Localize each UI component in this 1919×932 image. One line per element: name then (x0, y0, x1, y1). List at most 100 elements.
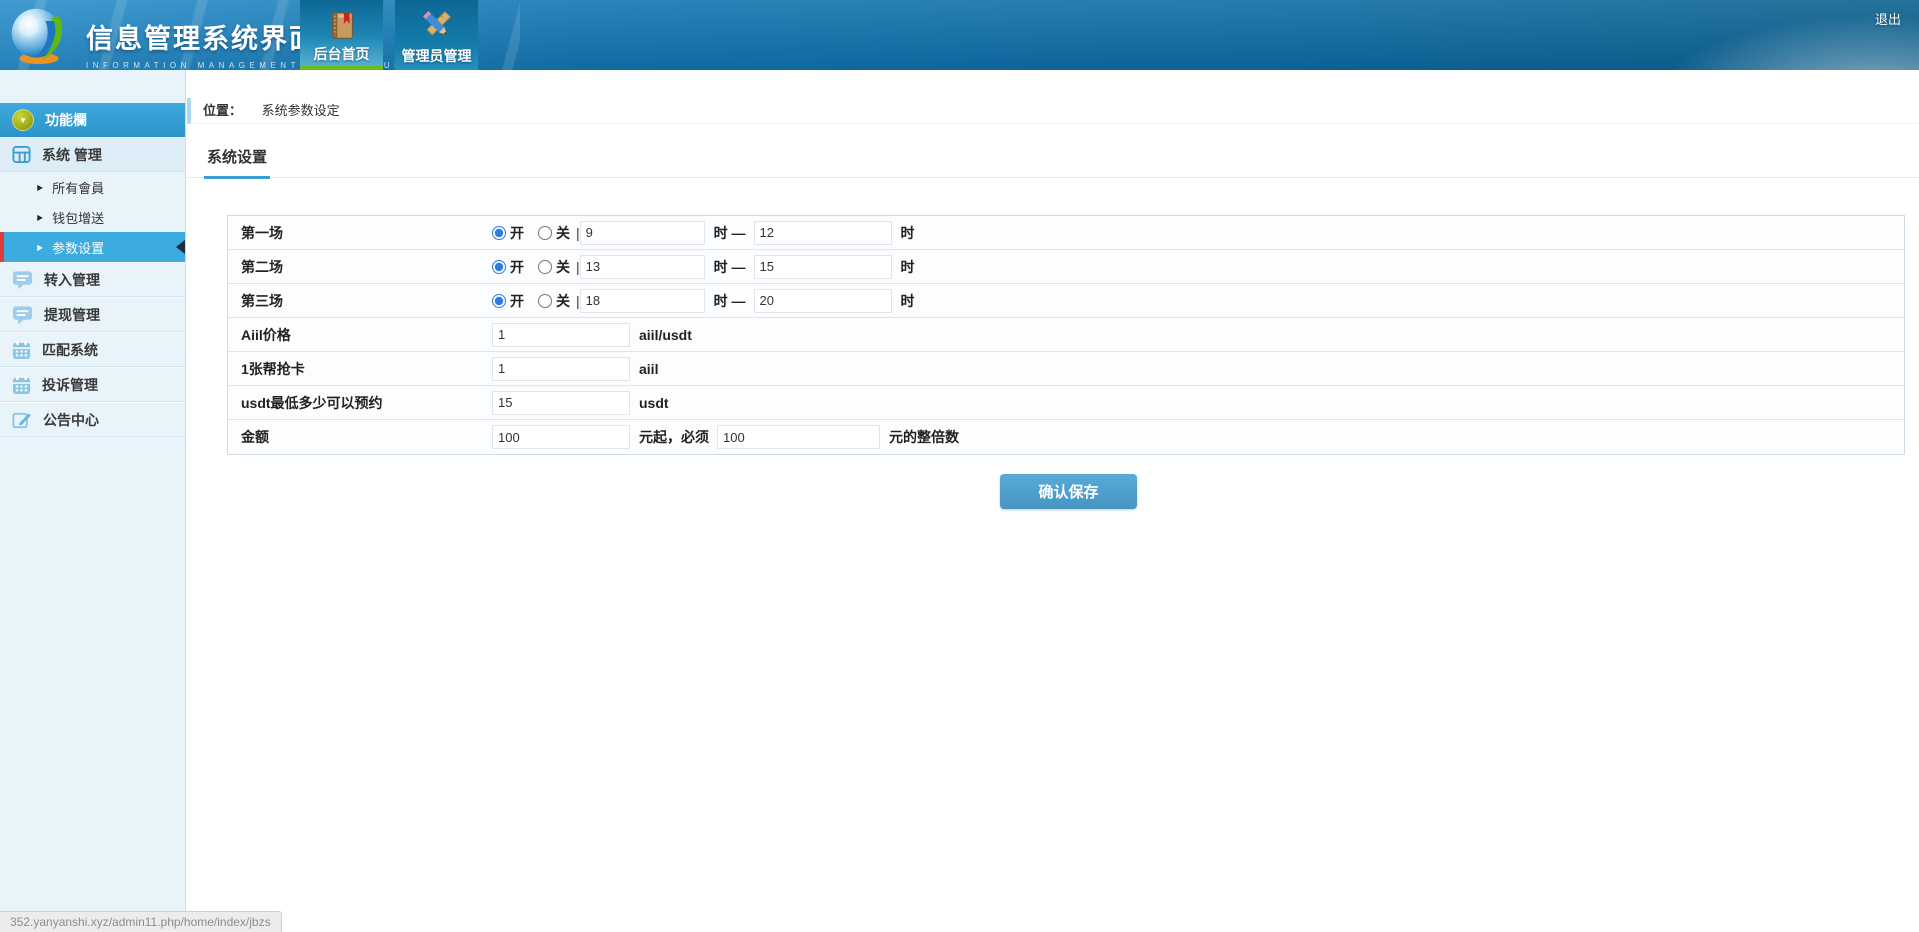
field-controls: aiil/usdt (492, 323, 692, 347)
radio-off-input[interactable] (538, 294, 552, 308)
session-start-input[interactable] (580, 221, 705, 245)
tab-system-settings[interactable]: 系统设置 (204, 146, 270, 179)
hour-dash-label: 时 — (714, 257, 746, 277)
globe-logo-icon (8, 5, 68, 65)
amount-mid-label: 元起，必须 (639, 427, 709, 447)
sidebar-item-announcements[interactable]: 公告中心 (0, 402, 185, 437)
radio-on-option[interactable]: 开 (492, 223, 524, 243)
sidebar-item-all-members[interactable]: ▶ 所有會員 (0, 172, 185, 202)
session-end-input[interactable] (754, 221, 892, 245)
session-start-input[interactable] (580, 255, 705, 279)
main-content: 位置： 系统参数设定 系统设置 第一场 开 关 | 时 — 时 (187, 70, 1919, 932)
amount-multiple-input[interactable] (717, 425, 880, 449)
field-controls: 开 关 | 时 — 时 (492, 255, 915, 279)
unit-label: aiil/usdt (639, 327, 692, 343)
radio-on-input[interactable] (492, 294, 506, 308)
hour-dash-label: 时 — (714, 223, 746, 243)
sidebar-item-system-management[interactable]: 系统 管理 (0, 137, 185, 172)
sidebar-panel-header[interactable]: ▼ 功能欄 (0, 103, 185, 137)
field-controls: 元起，必须 元的整倍数 (492, 425, 959, 449)
sidebar-item-label: 系统 管理 (42, 145, 102, 165)
field-controls: 开 关 | 时 — 时 (492, 221, 915, 245)
calendar-icon (12, 340, 31, 360)
chat-bubble-icon (12, 270, 33, 290)
sidebar-item-withdrawal[interactable]: 提现管理 (0, 297, 185, 332)
form-row-amount: 金额 元起，必须 元的整倍数 (228, 420, 1904, 454)
radio-off-option[interactable]: 关 (538, 223, 570, 243)
chevron-down-circle-icon: ▼ (12, 109, 34, 131)
field-label: 1张帮抢卡 (228, 359, 492, 379)
unit-label: aiil (639, 361, 658, 377)
radio-off-input[interactable] (538, 260, 552, 274)
tab-backend-home[interactable]: 后台首页 (300, 0, 383, 70)
radio-off-input[interactable] (538, 226, 552, 240)
radio-off-label: 关 (556, 291, 570, 311)
grab-card-input[interactable] (492, 357, 630, 381)
sidebar-item-label: 投诉管理 (42, 375, 98, 395)
settings-form-table: 第一场 开 关 | 时 — 时 第二场 (227, 215, 1905, 455)
book-icon (326, 6, 358, 42)
form-row-session-3: 第三场 开 关 | 时 — 时 (228, 284, 1904, 318)
amount-suffix-label: 元的整倍数 (889, 427, 959, 447)
sidebar-item-label: 钱包增送 (52, 208, 104, 227)
form-row-grab-card: 1张帮抢卡 aiil (228, 352, 1904, 386)
radio-on-input[interactable] (492, 226, 506, 240)
breadcrumb: 位置： 系统参数设定 (187, 98, 1919, 124)
sidebar-item-matching-system[interactable]: 匹配系统 (0, 332, 185, 367)
radio-on-option[interactable]: 开 (492, 291, 524, 311)
sidebar-item-label: 转入管理 (44, 270, 100, 290)
radio-on-input[interactable] (492, 260, 506, 274)
top-header: 信息管理系统界面 INFORMATION MANAGEMENT SYSTEM G… (0, 0, 1919, 70)
amount-base-input[interactable] (492, 425, 630, 449)
field-label: Aiil价格 (228, 325, 492, 345)
save-button[interactable]: 确认保存 (1000, 474, 1137, 509)
radio-off-option[interactable]: 关 (538, 291, 570, 311)
hour-label: 时 (901, 223, 915, 243)
triangle-bullet-icon: ▶ (37, 183, 43, 192)
tab-label: 管理员管理 (402, 46, 472, 66)
sidebar: ▼ 功能欄 系统 管理 ▶ 所有會員 ▶ 钱包增送 ▶ 参数设置 转入管理 (0, 70, 186, 932)
field-label: 第三场 (228, 291, 492, 311)
triangle-bullet-icon: ▶ (37, 243, 43, 252)
radio-off-option[interactable]: 关 (538, 257, 570, 277)
breadcrumb-prefix: 位置： (203, 103, 242, 118)
sidebar-item-parameter-settings[interactable]: ▶ 参数设置 (0, 232, 185, 262)
field-controls: 开 关 | 时 — 时 (492, 289, 915, 313)
session-end-input[interactable] (754, 289, 892, 313)
form-row-aiil-price: Aiil价格 aiil/usdt (228, 318, 1904, 352)
calendar-icon (12, 375, 31, 395)
field-label: 第一场 (228, 223, 492, 243)
sidebar-item-label: 公告中心 (43, 410, 99, 430)
field-controls: usdt (492, 391, 669, 415)
content-tabbar: 系统设置 (187, 146, 1919, 178)
sidebar-item-label: 所有會員 (52, 178, 104, 197)
radio-on-label: 开 (510, 257, 524, 277)
field-controls: aiil (492, 357, 658, 381)
sidebar-item-transfer-in[interactable]: 转入管理 (0, 262, 185, 297)
hour-dash-label: 时 — (714, 291, 746, 311)
usdt-min-input[interactable] (492, 391, 630, 415)
tab-admin-management[interactable]: 管理员管理 (395, 0, 478, 70)
link-preview-statusbar: 352.yanyanshi.xyz/admin11.php/home/index… (0, 911, 282, 932)
top-tabs: 后台首页 (300, 0, 478, 70)
field-label: usdt最低多少可以预约 (228, 393, 492, 413)
radio-off-label: 关 (556, 257, 570, 277)
sidebar-spacer (0, 70, 185, 103)
radio-on-label: 开 (510, 291, 524, 311)
logout-link[interactable]: 退出 (1875, 9, 1901, 28)
sidebar-item-label: 提现管理 (44, 305, 100, 325)
tab-label: 后台首页 (314, 44, 370, 64)
session-start-input[interactable] (580, 289, 705, 313)
sidebar-item-complaints[interactable]: 投诉管理 (0, 367, 185, 402)
radio-on-label: 开 (510, 223, 524, 243)
radio-off-label: 关 (556, 223, 570, 243)
form-row-session-2: 第二场 开 关 | 时 — 时 (228, 250, 1904, 284)
session-end-input[interactable] (754, 255, 892, 279)
aiil-price-input[interactable] (492, 323, 630, 347)
sidebar-item-label: 参数设置 (52, 238, 104, 257)
triangle-bullet-icon: ▶ (37, 213, 43, 222)
sidebar-panel-title: 功能欄 (45, 110, 87, 130)
sidebar-item-wallet-gift[interactable]: ▶ 钱包增送 (0, 202, 185, 232)
chat-bubble-icon (12, 305, 33, 325)
radio-on-option[interactable]: 开 (492, 257, 524, 277)
